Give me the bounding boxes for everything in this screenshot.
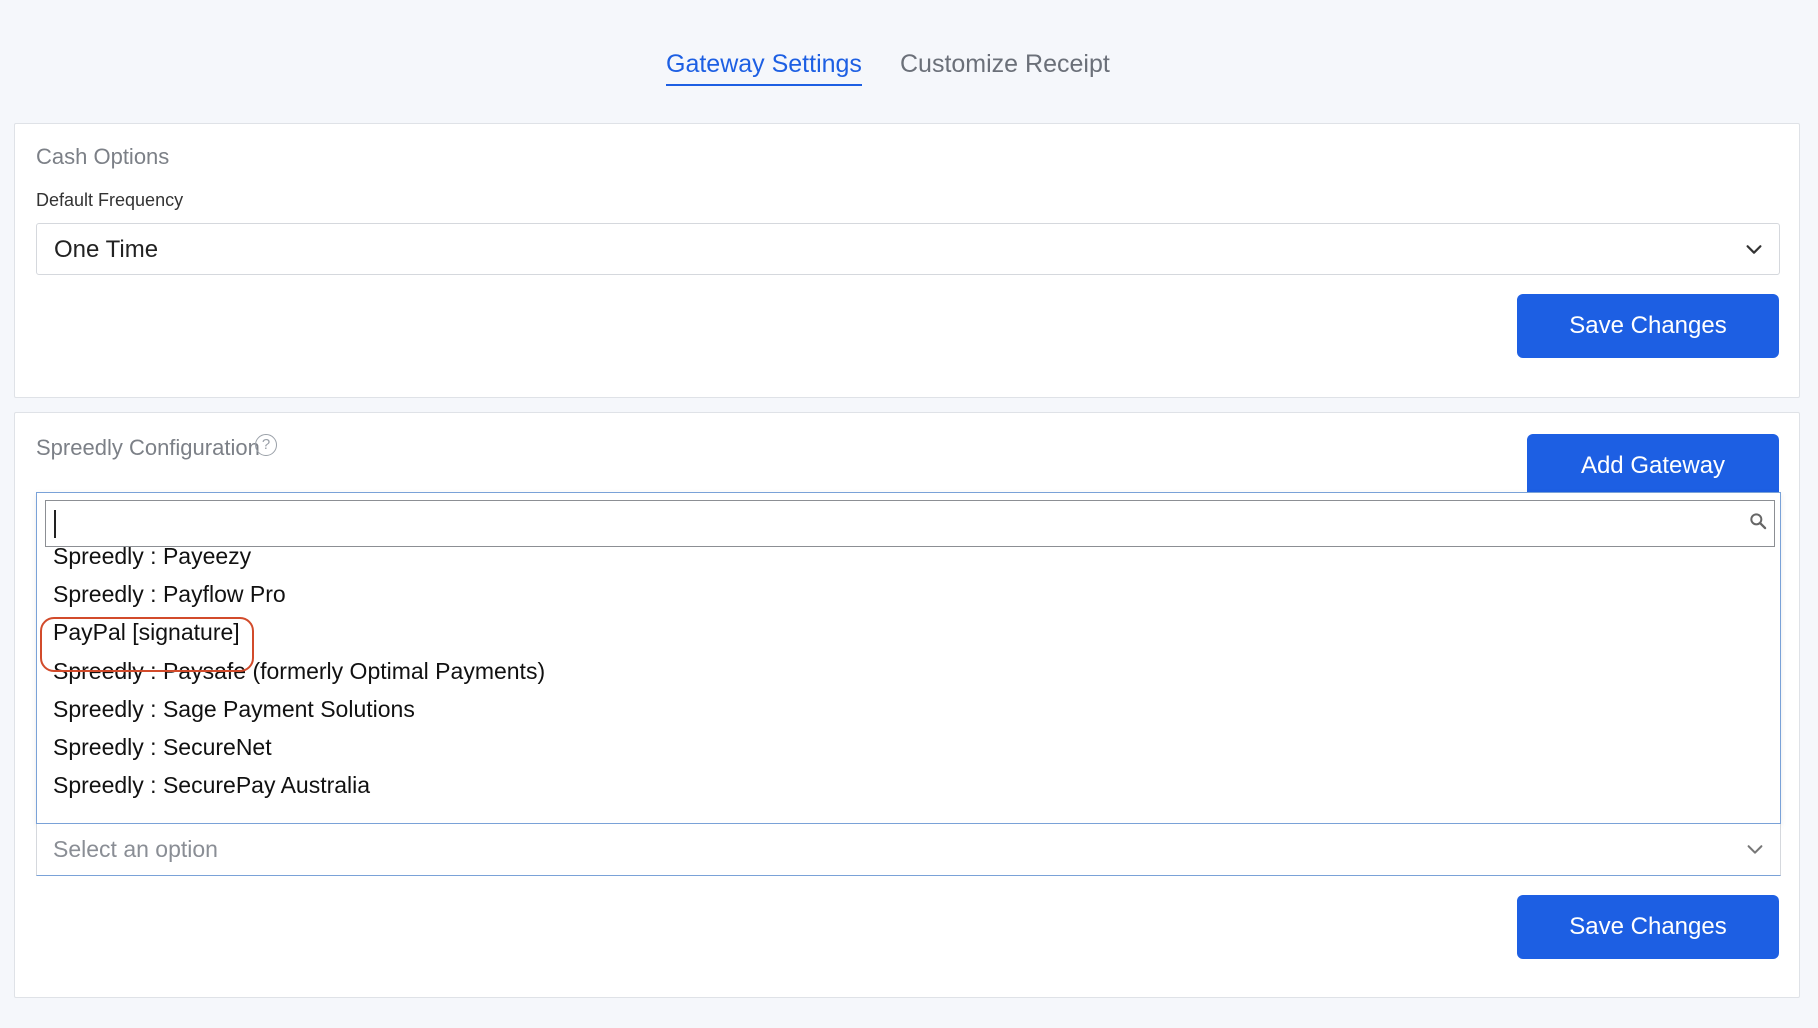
spreedly-configuration-title: Spreedly Configuration: [36, 435, 260, 460]
add-gateway-label: Add Gateway: [1580, 452, 1726, 479]
list-item[interactable]: Spreedly : Sage Payment Solutions: [53, 694, 415, 724]
chevron-down-icon: [1746, 245, 1762, 254]
spreedly-save-changes-label: Save Changes: [1569, 913, 1727, 940]
help-icon[interactable]: ?: [255, 434, 277, 456]
list-item[interactable]: Spreedly : SecureNet: [53, 732, 272, 762]
cash-options-title: Cash Options: [36, 144, 170, 169]
add-gateway-button[interactable]: Add Gateway: [1527, 434, 1779, 498]
gateway-search-input[interactable]: [45, 500, 1775, 547]
gateway-dropdown: Spreedly : Payeezy Spreedly : Payflow Pr…: [36, 492, 1781, 824]
gateway-select[interactable]: Select an option: [36, 824, 1781, 876]
default-frequency-value: One Time: [54, 236, 159, 263]
list-item[interactable]: Spreedly : SecurePay Australia: [53, 770, 370, 800]
tab-gateway-settings[interactable]: Gateway Settings: [666, 48, 862, 86]
cash-save-changes-button[interactable]: Save Changes: [1517, 294, 1779, 358]
gateway-options-list: Spreedly : Payeezy Spreedly : Payflow Pr…: [37, 547, 1780, 823]
tab-bar: Gateway Settings Customize Receipt: [0, 48, 1818, 88]
list-item[interactable]: Spreedly : Payeezy: [53, 547, 251, 571]
default-frequency-select[interactable]: One Time: [36, 223, 1780, 275]
cash-options-card: Cash Options Default Frequency One Time …: [14, 123, 1800, 398]
cash-save-changes-label: Save Changes: [1569, 312, 1727, 339]
gateway-select-placeholder: Select an option: [53, 836, 218, 862]
list-item[interactable]: Spreedly : Payflow Pro: [53, 579, 286, 609]
tab-customize-receipt[interactable]: Customize Receipt: [900, 48, 1110, 80]
text-caret: [54, 510, 56, 538]
annotation-highlight-ring: [40, 617, 254, 672]
chevron-down-icon: [1747, 845, 1763, 854]
spreedly-configuration-card: Spreedly Configuration ? Add Gateway Spr…: [14, 412, 1800, 998]
spreedly-save-changes-button[interactable]: Save Changes: [1517, 895, 1779, 959]
search-icon: [1750, 513, 1767, 530]
default-frequency-label: Default Frequency: [36, 190, 184, 210]
